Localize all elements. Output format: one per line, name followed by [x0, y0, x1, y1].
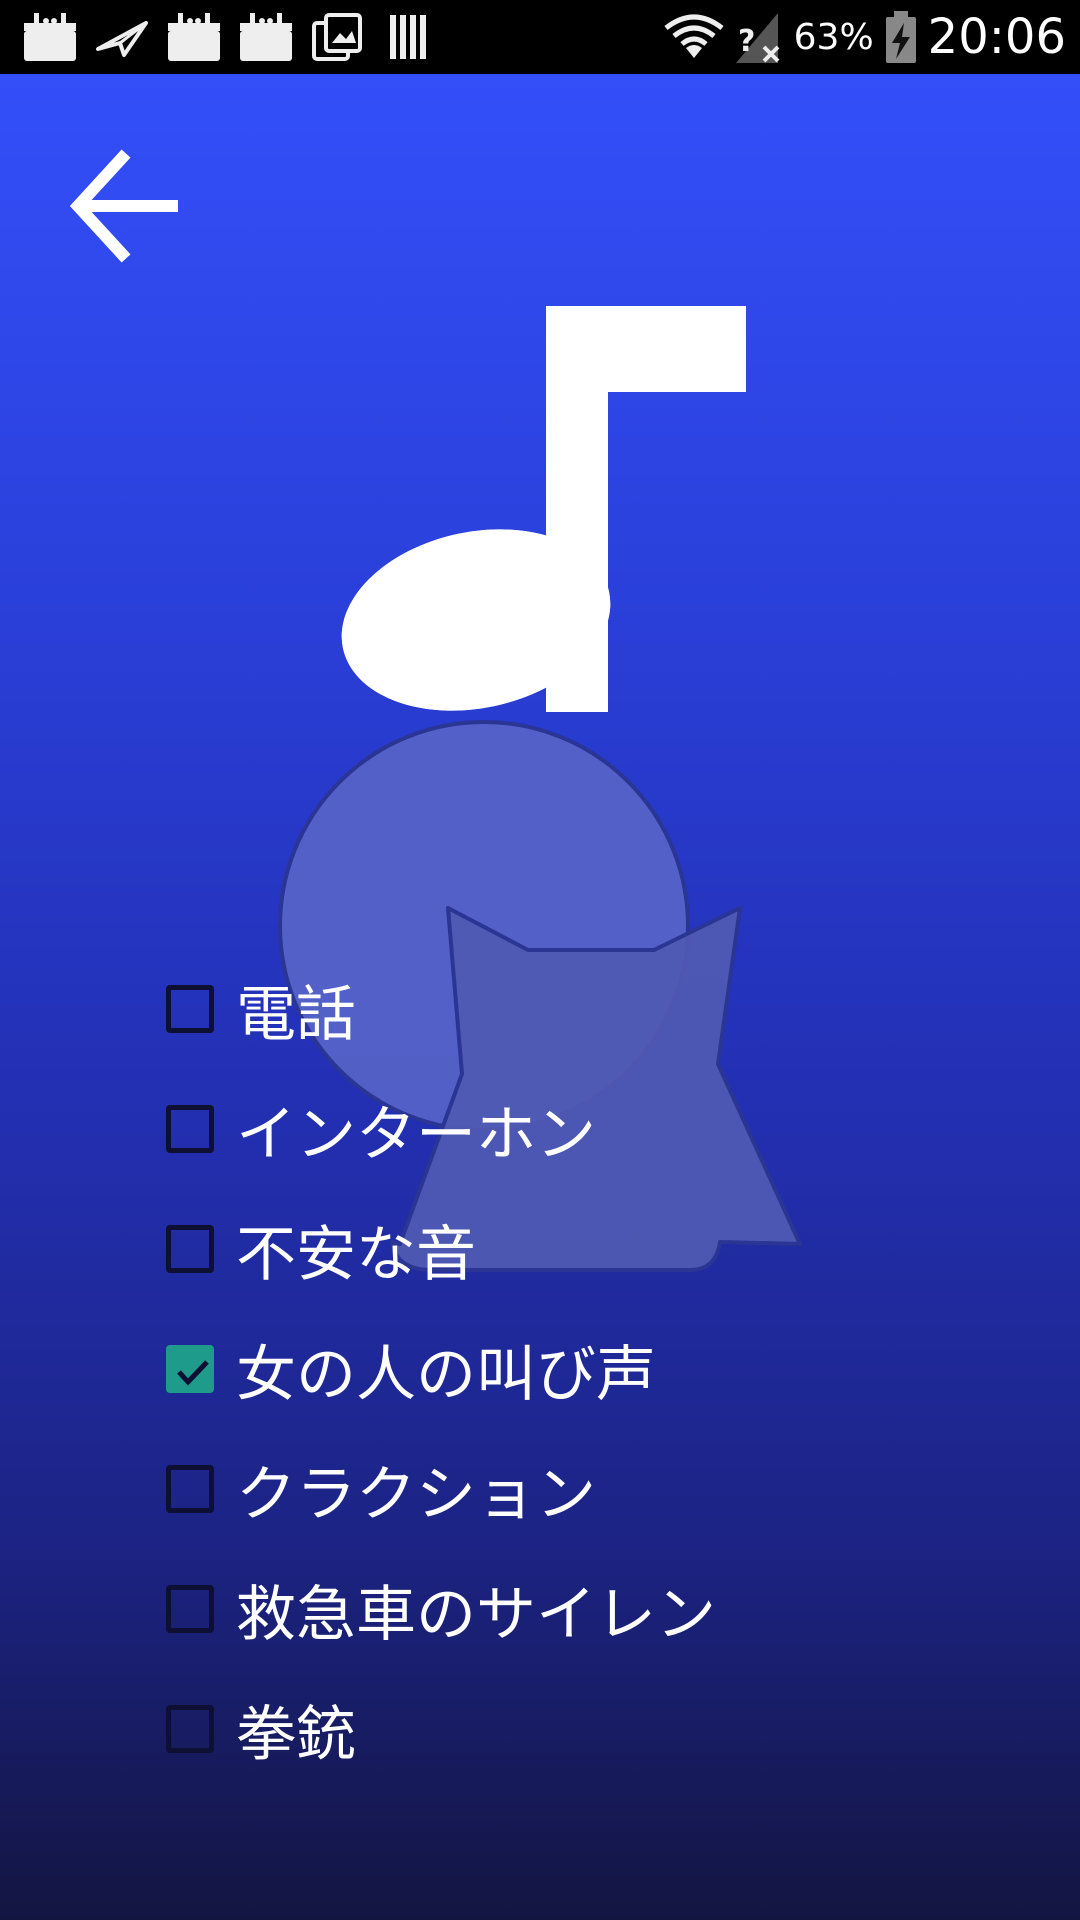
option-checkbox[interactable]: [166, 985, 214, 1033]
option-label: 女の人の叫び声: [236, 1339, 656, 1410]
back-button[interactable]: [62, 144, 192, 274]
option-label: 不安な音: [236, 1219, 476, 1290]
status-bar-notifications: [22, 8, 438, 66]
clock: 20:06: [927, 9, 1066, 65]
option-uneasy-sound[interactable]: 不安な音: [166, 1194, 866, 1304]
option-checkbox[interactable]: [166, 1465, 214, 1513]
option-ambulance-siren[interactable]: 救急車のサイレン: [166, 1554, 866, 1664]
music-note-icon: [341, 306, 746, 712]
notification-box-icon: [168, 13, 220, 61]
svg-text:?: ?: [738, 24, 755, 59]
option-label: 電話: [236, 979, 356, 1050]
option-checkbox[interactable]: [166, 1105, 214, 1153]
option-checkbox[interactable]: [166, 1705, 214, 1753]
status-bar-system: ? 63% 20:06: [664, 0, 1066, 74]
option-horn[interactable]: クラクション: [166, 1434, 866, 1544]
checkmark-icon: [177, 1360, 209, 1386]
arrow-left-icon: [69, 149, 178, 263]
photo-share-icon: [312, 13, 362, 61]
wifi-icon: [664, 14, 724, 58]
option-label: インターホン: [236, 1099, 596, 1170]
battery-percent: 63%: [793, 16, 874, 58]
option-gunshot[interactable]: 拳銃: [166, 1674, 866, 1784]
option-label: クラクション: [236, 1459, 596, 1530]
option-checkbox[interactable]: [166, 1345, 214, 1393]
barcode-icon: [390, 15, 426, 59]
option-label: 救急車のサイレン: [236, 1579, 716, 1650]
battery-charging-icon: [885, 11, 916, 63]
option-intercom[interactable]: インターホン: [166, 1074, 866, 1184]
option-label: 拳銃: [236, 1699, 356, 1770]
option-phone[interactable]: 電話: [166, 954, 866, 1064]
notification-box-icon: [240, 13, 292, 61]
option-checkbox[interactable]: [166, 1225, 214, 1273]
option-woman-scream[interactable]: 女の人の叫び声: [166, 1314, 866, 1424]
paper-plane-icon: [96, 21, 148, 57]
status-bar: ? 63% 20:06: [0, 0, 1080, 74]
no-signal-icon: ?: [735, 13, 780, 63]
app-screen: 電話 インターホン 不安な音 女の人の叫び声 クラクション 救急車のサイレン 拳…: [0, 74, 1080, 1920]
notification-box-icon: [24, 13, 76, 61]
option-checkbox[interactable]: [166, 1585, 214, 1633]
